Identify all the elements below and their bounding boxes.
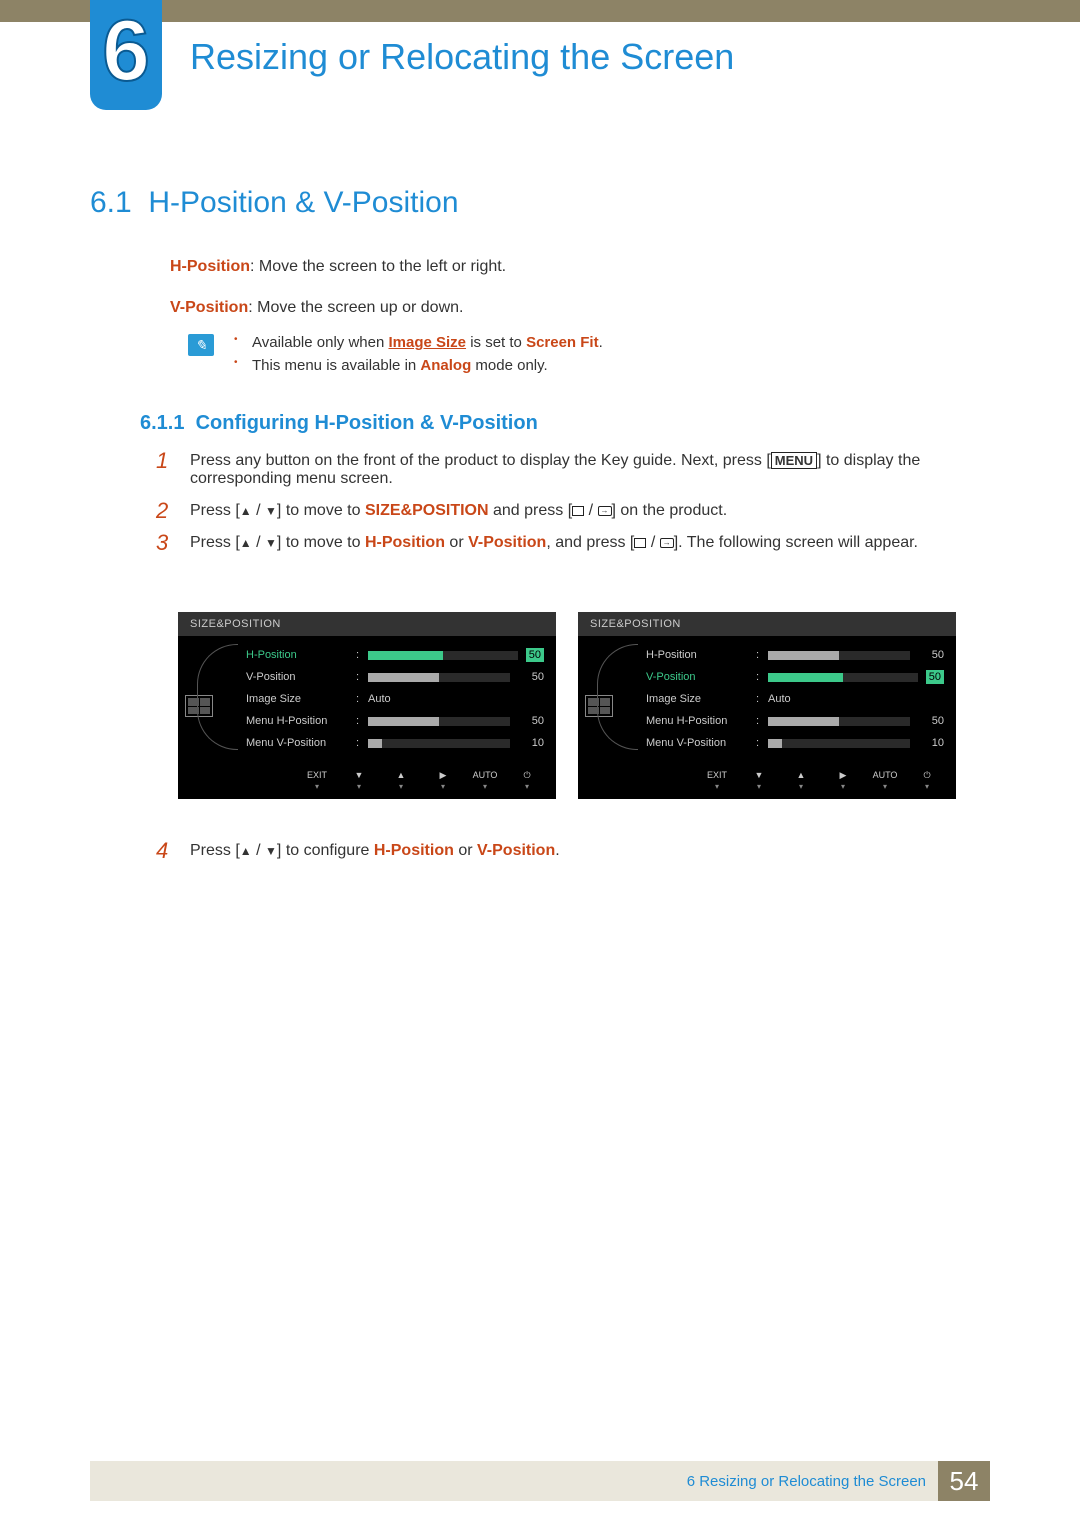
osd-footer-button: ▲▾ xyxy=(380,768,422,791)
osd-panel-left: SIZE&POSITION H-Position:50V-Position:50I… xyxy=(178,612,556,799)
osd-row: Menu V-Position:10 xyxy=(246,732,544,754)
step-1: 1 Press any button on the front of the p… xyxy=(156,452,966,488)
down-triangle-icon: ▼ xyxy=(265,536,277,550)
note-icon: ✎ xyxy=(188,334,214,356)
osd-panel-right: SIZE&POSITION H-Position:50V-Position:50I… xyxy=(578,612,956,799)
osd-footer-button: ▼▾ xyxy=(738,768,780,791)
steps-list: 1 Press any button on the front of the p… xyxy=(156,452,966,566)
step-3: 3 Press [▲ / ▼] to move to H-Position or… xyxy=(156,534,966,552)
step-4: 4 Press [▲ / ▼] to configure H-Position … xyxy=(156,842,966,860)
rect-icon xyxy=(634,538,646,548)
enter-icon xyxy=(598,506,612,516)
osd-header: SIZE&POSITION xyxy=(178,612,556,636)
osd-footer-button: AUTO▾ xyxy=(864,768,906,791)
down-triangle-icon: ▼ xyxy=(265,504,277,518)
page-number: 54 xyxy=(938,1461,990,1501)
osd-footer-button: EXIT▾ xyxy=(296,768,338,791)
hposition-definition: H-Position: Move the screen to the left … xyxy=(170,255,506,279)
osd-screenshots: SIZE&POSITIONH-Position:50V-Position:50I… xyxy=(178,612,956,799)
note-item: Available only when Image Size is set to… xyxy=(234,334,978,351)
top-accent-bar xyxy=(0,0,1080,22)
down-triangle-icon: ▼ xyxy=(265,844,277,858)
rect-icon xyxy=(572,506,584,516)
menu-button-label: MENU xyxy=(771,452,817,469)
osd-row: V-Position:50 xyxy=(246,666,544,688)
vposition-definition: V-Position: Move the screen up or down. xyxy=(170,296,463,320)
osd-footer-button: EXIT▾ xyxy=(696,768,738,791)
subsection-heading: 6.1.1 Configuring H-Position & V-Positio… xyxy=(140,412,538,435)
osd-row: H-Position:50 xyxy=(246,644,544,666)
osd-footer-button: ▼▾ xyxy=(338,768,380,791)
svg-text:6: 6 xyxy=(102,8,150,99)
osd-footer-button: ▶▾ xyxy=(422,768,464,791)
chapter-title: Resizing or Relocating the Screen xyxy=(190,36,734,78)
footer-text: 6 Resizing or Relocating the Screen xyxy=(687,1473,938,1490)
osd-row: Menu H-Position:50 xyxy=(646,710,944,732)
osd-header: SIZE&POSITION xyxy=(578,612,956,636)
osd-row: Image Size:Auto xyxy=(246,688,544,710)
osd-row: Image Size:Auto xyxy=(646,688,944,710)
osd-row: V-Position:50 xyxy=(646,666,944,688)
osd-footer-button: ⏻▾ xyxy=(906,768,948,791)
osd-footer-button: ▲▾ xyxy=(780,768,822,791)
osd-footer-button: AUTO▾ xyxy=(464,768,506,791)
footer-bar: 6 Resizing or Relocating the Screen 54 xyxy=(90,1461,990,1501)
osd-footer-button: ▶▾ xyxy=(822,768,864,791)
step-2: 2 Press [▲ / ▼] to move to SIZE&POSITION… xyxy=(156,502,966,520)
osd-row: H-Position:50 xyxy=(646,644,944,666)
chapter-badge: 6 xyxy=(90,0,162,110)
note-item: This menu is available in Analog mode on… xyxy=(234,357,978,374)
up-triangle-icon: ▲ xyxy=(240,536,252,550)
osd-row: Menu V-Position:10 xyxy=(646,732,944,754)
enter-icon xyxy=(660,538,674,548)
up-triangle-icon: ▲ xyxy=(240,504,252,518)
note-block: ✎ Available only when Image Size is set … xyxy=(188,334,978,380)
up-triangle-icon: ▲ xyxy=(240,844,252,858)
section-heading: 6.1 H-Position & V-Position xyxy=(90,186,459,220)
osd-footer-button: ⏻▾ xyxy=(506,768,548,791)
osd-row: Menu H-Position:50 xyxy=(246,710,544,732)
